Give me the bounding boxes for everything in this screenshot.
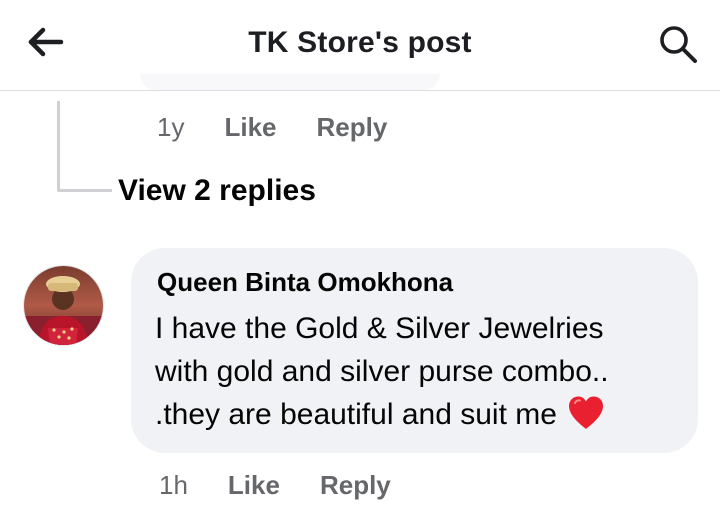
reply-button[interactable]: Reply — [317, 112, 388, 143]
previous-comment-bubble — [140, 74, 440, 90]
reply-button[interactable]: Reply — [320, 470, 391, 501]
previous-comment-actions: 1y Like Reply — [157, 112, 387, 143]
avatar-photo — [24, 266, 103, 345]
comment-timestamp: 1y — [157, 112, 185, 142]
reply-thread-line — [57, 101, 112, 192]
comment-line: with gold and silver purse combo.. — [155, 355, 609, 388]
avatar[interactable] — [24, 266, 103, 345]
comment-author[interactable]: Queen Binta Omokhona — [157, 267, 453, 298]
comment-line: I have the Gold & Silver Jewelries — [155, 312, 604, 345]
comment-timestamp: 1h — [159, 470, 188, 500]
page-title: TK Store's post — [248, 26, 472, 59]
comment-bubble: Queen Binta Omokhona I have the Gold & S… — [131, 248, 698, 453]
like-button[interactable]: Like — [228, 470, 280, 501]
comment-line: .they are beautiful and suit me — [155, 398, 557, 431]
view-replies-link[interactable]: View 2 replies — [118, 174, 316, 208]
heart-emoji-icon — [567, 395, 605, 443]
search-button[interactable] — [654, 22, 702, 66]
comment-actions: 1h Like Reply — [159, 470, 391, 501]
search-icon — [660, 26, 697, 63]
like-button[interactable]: Like — [224, 112, 276, 143]
comment-text: I have the Gold & Silver Jewelries with … — [155, 307, 685, 443]
